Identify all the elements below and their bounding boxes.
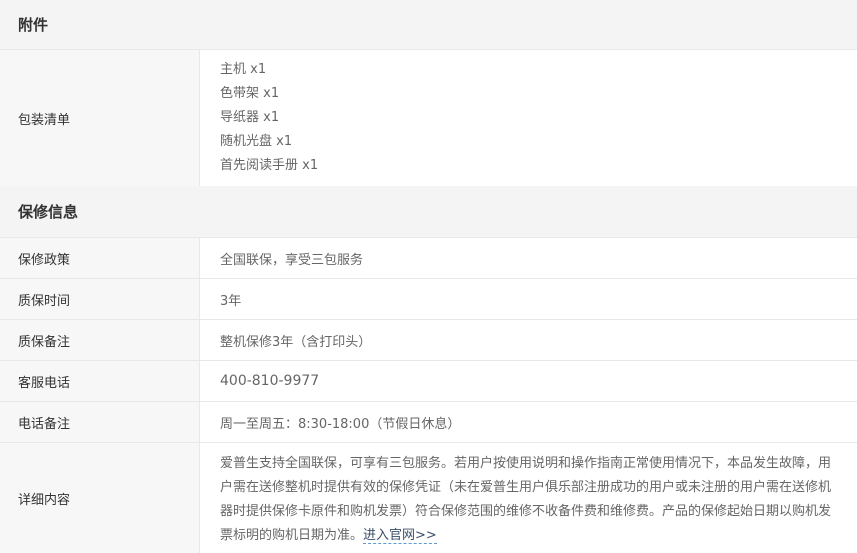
packing-item: 随机光盘 x1 xyxy=(220,134,293,149)
detail-value: 爱普生支持全国联保，可享有三包服务。若用户按使用说明和操作指南正常使用情况下，本… xyxy=(200,443,857,553)
warranty-note-row: 质保备注 整机保修3年（含打印头） xyxy=(0,319,857,360)
service-phone-value: 400-810-9977 xyxy=(220,373,320,389)
warranty-period-value: 3年 xyxy=(220,293,242,309)
warranty-period-label: 质保时间 xyxy=(0,279,200,319)
packing-item: 色带架 x1 xyxy=(220,86,280,101)
warranty-title: 保修信息 xyxy=(0,186,857,237)
packing-items: 主机 x1 色带架 x1 导纸器 x1 随机光盘 x1 首先阅读手册 x1 xyxy=(220,48,318,188)
detail-label: 详细内容 xyxy=(0,443,200,553)
packing-list-label: 包装清单 xyxy=(0,50,200,186)
warranty-period-row: 质保时间 3年 xyxy=(0,278,857,319)
detail-text-block: 爱普生支持全国联保，可享有三包服务。若用户按使用说明和操作指南正常使用情况下，本… xyxy=(220,443,841,551)
detail-text: 爱普生支持全国联保，可享有三包服务。若用户按使用说明和操作指南正常使用情况下，本… xyxy=(220,456,832,543)
service-phone-row: 客服电话 400-810-9977 xyxy=(0,360,857,401)
warranty-section: 保修信息 保修政策 全国联保，享受三包服务 质保时间 3年 质保备注 整机保修3… xyxy=(0,186,857,553)
phone-note-label: 电话备注 xyxy=(0,402,200,442)
packing-list-value: 主机 x1 色带架 x1 导纸器 x1 随机光盘 x1 首先阅读手册 x1 xyxy=(200,50,857,186)
phone-note-value: 周一至周五：8:30-18:00（节假日休息） xyxy=(220,416,461,432)
packing-item: 首先阅读手册 x1 xyxy=(220,158,319,173)
warranty-policy-row: 保修政策 全国联保，享受三包服务 xyxy=(0,237,857,278)
official-site-link[interactable]: 进入官网>> xyxy=(363,528,437,544)
phone-note-row: 电话备注 周一至周五：8:30-18:00（节假日休息） xyxy=(0,401,857,442)
detail-row: 详细内容 爱普生支持全国联保，可享有三包服务。若用户按使用说明和操作指南正常使用… xyxy=(0,442,857,553)
accessories-section: 附件 包装清单 主机 x1 色带架 x1 导纸器 x1 随机光盘 x1 首先阅读… xyxy=(0,0,857,186)
service-phone-label: 客服电话 xyxy=(0,361,200,401)
warranty-note-value: 整机保修3年（含打印头） xyxy=(220,334,372,350)
accessories-title: 附件 xyxy=(0,0,857,49)
packing-item: 导纸器 x1 xyxy=(220,110,280,125)
packing-list-row: 包装清单 主机 x1 色带架 x1 导纸器 x1 随机光盘 x1 首先阅读手册 … xyxy=(0,49,857,186)
warranty-policy-label: 保修政策 xyxy=(0,238,200,278)
warranty-note-label: 质保备注 xyxy=(0,320,200,360)
warranty-policy-value: 全国联保，享受三包服务 xyxy=(220,252,364,268)
packing-item: 主机 x1 xyxy=(220,62,267,77)
